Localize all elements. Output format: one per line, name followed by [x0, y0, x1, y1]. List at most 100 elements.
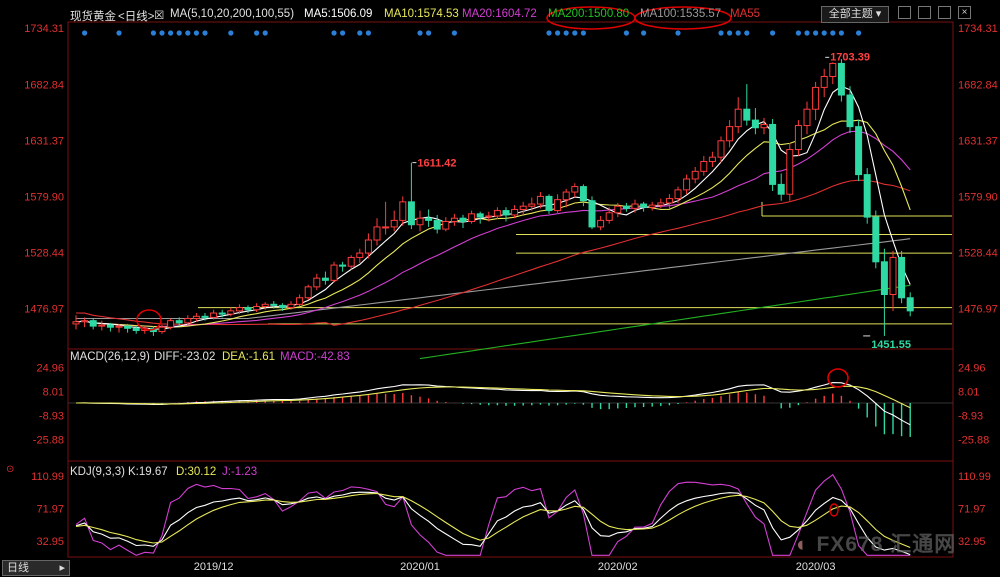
candle-body — [777, 183, 785, 195]
signal-dot — [159, 30, 165, 36]
signal-dot — [357, 30, 363, 36]
candle-body — [760, 123, 768, 129]
candle-body — [734, 108, 742, 128]
ma5-value: MA5:1506.09 — [304, 8, 373, 20]
signal-dot — [735, 30, 741, 36]
kdj-k: K:19.67 — [128, 466, 168, 478]
candle-body — [433, 219, 441, 230]
candle-body — [167, 320, 175, 328]
candle-body — [528, 203, 536, 207]
candle-body — [726, 126, 734, 142]
candle-body — [889, 256, 897, 296]
candle-body — [691, 170, 699, 180]
restore-icon[interactable] — [938, 6, 951, 19]
candle-body — [622, 205, 630, 209]
kdj-d: D:30.12 — [176, 466, 217, 478]
candle-body — [304, 286, 312, 299]
candle-body — [175, 320, 183, 324]
signal-dot — [185, 30, 191, 36]
macd-panel-frame — [67, 348, 954, 462]
price-tick-label-right: 1682.84 — [958, 79, 998, 91]
signal-dot — [451, 30, 457, 36]
candle-body — [72, 321, 80, 325]
signal-dot — [228, 30, 234, 36]
candle-body — [493, 210, 501, 217]
macd-value: MACD:-42.83 — [280, 351, 350, 363]
candle-body — [184, 317, 192, 324]
watermark-text: FX678 汇通网 — [816, 533, 957, 556]
x-tick-label: 2020/01 — [400, 561, 440, 573]
signal-dot — [821, 30, 827, 36]
candle-body — [106, 324, 114, 328]
period-tab-label: 日线 — [7, 562, 29, 574]
macd-tick-label-left: 24.96 — [36, 363, 64, 375]
candle-body — [880, 261, 888, 295]
macd-dea: DEA:-1.61 — [222, 351, 276, 363]
kdj-tick-label-right: 110.99 — [958, 471, 991, 483]
candle-body — [468, 213, 476, 222]
candle-body — [485, 215, 493, 218]
price-tick-label-right: 1631.37 — [958, 135, 998, 147]
macd-tick-label-left: 8.01 — [43, 387, 64, 399]
close-icon[interactable]: × — [958, 6, 971, 19]
macd-tick-label-right: -8.93 — [958, 411, 983, 423]
candle-body — [450, 217, 458, 222]
candle-body — [648, 204, 656, 208]
logo-icon: ◐ — [796, 533, 810, 556]
period-tab[interactable]: 日线 ▸ — [2, 560, 70, 576]
candle-body — [158, 326, 166, 333]
kdj-tick-label-left: 110.99 — [31, 471, 64, 483]
candle-body — [820, 76, 828, 88]
candle-body — [614, 205, 622, 214]
signal-dot — [202, 30, 208, 36]
candle-body — [511, 208, 519, 216]
candle-body — [846, 94, 854, 128]
signal-dot — [116, 30, 122, 36]
signal-dot — [555, 30, 561, 36]
candle-body — [373, 226, 381, 241]
signal-dot — [176, 30, 182, 36]
signal-dot — [572, 30, 578, 36]
target-icon[interactable]: ⊙ — [6, 464, 14, 475]
ma100-value: MA100:1535.57 — [640, 8, 722, 20]
candle-body — [554, 199, 562, 212]
candle-body — [218, 312, 226, 315]
candle-body — [81, 320, 89, 323]
macd-tick-label-right: -25.88 — [958, 435, 989, 447]
candle-body — [192, 315, 200, 319]
signal-dot — [623, 30, 630, 36]
candle-body — [98, 324, 106, 327]
signal-dot — [641, 30, 647, 36]
fullscreen-icon[interactable] — [918, 6, 931, 19]
candle-body — [425, 217, 433, 221]
candle-body — [803, 108, 811, 127]
candle-body — [115, 325, 123, 328]
macd-tick-label-left: -8.93 — [39, 411, 64, 423]
signal-dot — [838, 30, 845, 36]
candle-body — [502, 210, 510, 216]
candle-body — [829, 62, 837, 77]
annotation-high-mar: 1703.39 — [830, 51, 870, 63]
signal-dot — [193, 30, 199, 36]
candle-body — [837, 62, 845, 96]
ma55-value: MA55 — [730, 8, 761, 20]
candle-body — [674, 189, 682, 200]
candle-body — [743, 108, 751, 121]
candle-body — [794, 125, 802, 151]
signal-dot — [426, 30, 432, 36]
annotation-high-jan: 1611.42 — [417, 158, 456, 170]
macd-diff: DIFF:-23.02 — [154, 351, 216, 363]
candle-body — [201, 315, 209, 318]
macd-params: MACD(26,12,9) — [70, 351, 150, 363]
price-tick-label-right: 1579.90 — [958, 192, 998, 204]
annotation-low-mar: 1451.55 — [871, 339, 911, 351]
candle-body — [683, 178, 691, 191]
candle-body — [407, 201, 415, 226]
candle-body — [339, 264, 347, 267]
grid-icon[interactable] — [898, 6, 911, 19]
ma-toggle-icon[interactable]: ☒ — [154, 8, 164, 22]
theme-dropdown[interactable]: 全部主题 ▾ — [821, 6, 889, 23]
candle-body — [235, 307, 243, 312]
candle-body — [270, 303, 278, 306]
signal-dot — [340, 30, 346, 36]
